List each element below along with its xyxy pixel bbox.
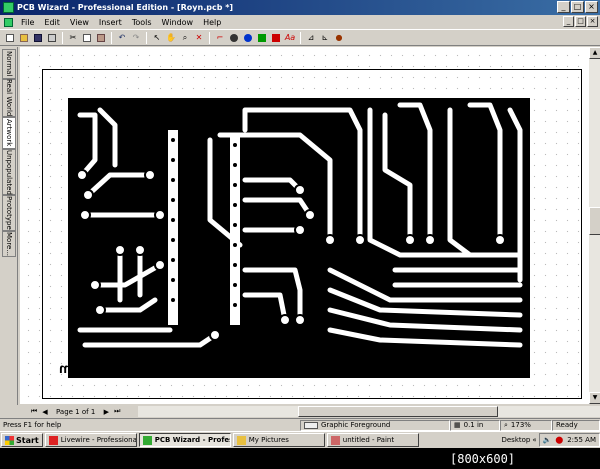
pad-icon[interactable] xyxy=(228,32,240,44)
clock[interactable]: 2:55 AM xyxy=(567,436,596,444)
toolbar: ✂ ↶ ↷ ↖ ✋ ⌕ ✕ ⌐ Aa ⊿ ⊾ ● xyxy=(0,29,600,46)
paint-icon xyxy=(330,435,340,445)
menu-file[interactable]: File xyxy=(16,18,39,27)
tab-normal[interactable]: Normal xyxy=(2,49,16,79)
upic-watermark: [800x600] http://upic.me/ xyxy=(450,452,516,466)
undo-icon[interactable]: ↶ xyxy=(116,32,128,44)
pointer-icon[interactable]: ↖ xyxy=(151,32,163,44)
menu-view[interactable]: View xyxy=(65,18,94,27)
prev-page-icon[interactable]: ◀ xyxy=(41,408,49,416)
hand-icon[interactable]: ✋ xyxy=(165,32,177,44)
pcb-artwork[interactable]: http://sinelectronic.blogspot.com xyxy=(20,47,588,404)
silkscreen-text: http://sinelectronic.blogspot.com xyxy=(59,360,280,376)
task-paint[interactable]: untitled - Paint xyxy=(326,433,419,447)
pcb-wizard-icon xyxy=(3,2,14,13)
save-icon[interactable] xyxy=(32,32,44,44)
status-grid: ▦ 0.1 in xyxy=(450,419,500,431)
menu-bar: File Edit View Insert Tools Window Help … xyxy=(0,15,600,29)
tab-real-world[interactable]: Real World xyxy=(2,79,16,117)
status-layer: Graphic Foreground xyxy=(300,419,450,431)
tab-more[interactable]: More... xyxy=(2,231,16,257)
task-livewire[interactable]: Livewire - Professional E... xyxy=(44,433,137,447)
view-tabs: Normal Real World Artwork Unpopulated Pr… xyxy=(0,47,18,405)
start-button[interactable]: Start xyxy=(1,433,43,447)
vertical-scroll-thumb[interactable] xyxy=(589,207,600,235)
menu-window[interactable]: Window xyxy=(157,18,199,27)
vertical-scrollbar[interactable]: ▲ ▼ xyxy=(588,47,600,404)
text-icon[interactable]: Aa xyxy=(284,32,296,44)
chevron-left-icon[interactable]: « xyxy=(532,436,536,444)
menu-help[interactable]: Help xyxy=(198,18,226,27)
fill-icon[interactable] xyxy=(270,32,282,44)
component-icon[interactable]: ● xyxy=(333,32,345,44)
cross-icon[interactable]: ✕ xyxy=(193,32,205,44)
via-icon[interactable] xyxy=(242,32,254,44)
track-icon[interactable]: ⌐ xyxy=(214,32,226,44)
menu-edit[interactable]: Edit xyxy=(39,18,65,27)
status-bar: Press F1 for help Graphic Foreground ▦ 0.… xyxy=(0,418,600,431)
dimension-icon[interactable]: ⊾ xyxy=(319,32,331,44)
zoom-icon: ⌕ xyxy=(504,420,508,429)
cut-icon[interactable]: ✂ xyxy=(67,32,79,44)
network-icon[interactable]: ⬤ xyxy=(555,436,563,444)
new-icon[interactable] xyxy=(4,32,16,44)
windows-flag-icon xyxy=(5,435,14,445)
title-bar[interactable]: PCB Wizard - Professional Edition - [Roy… xyxy=(0,0,600,15)
desktop-toolbar-label[interactable]: Desktop xyxy=(501,436,530,444)
rectangle-icon[interactable] xyxy=(256,32,268,44)
tab-unpopulated[interactable]: Unpopulated xyxy=(2,149,16,195)
tab-artwork[interactable]: Artwork xyxy=(2,117,16,149)
status-help: Press F1 for help xyxy=(3,421,62,429)
doc-close-button[interactable]: × xyxy=(587,16,598,27)
task-pcb-wizard[interactable]: PCB Wizard - Professi... xyxy=(138,433,231,447)
zoom-icon[interactable]: ⌕ xyxy=(179,32,191,44)
menu-tools[interactable]: Tools xyxy=(127,18,157,27)
taskbar: Start Livewire - Professional E... PCB W… xyxy=(0,431,600,448)
volume-icon[interactable]: 🔈 xyxy=(543,436,552,444)
canvas[interactable]: http://sinelectronic.blogspot.com xyxy=(20,47,588,404)
task-my-pictures[interactable]: My Pictures xyxy=(232,433,325,447)
print-icon[interactable] xyxy=(46,32,58,44)
folder-icon xyxy=(236,435,246,445)
maximize-button[interactable]: □ xyxy=(571,1,584,13)
paste-icon[interactable] xyxy=(95,32,107,44)
horizontal-scroll-thumb[interactable] xyxy=(298,406,499,417)
grid-icon: ▦ xyxy=(454,421,461,429)
scroll-up-icon[interactable]: ▲ xyxy=(589,47,600,59)
page-indicator: Page 1 of 1 xyxy=(56,407,96,416)
close-button[interactable]: × xyxy=(585,1,598,13)
doc-restore-button[interactable]: □ xyxy=(575,16,586,27)
status-zoom: ⌕ 173% xyxy=(500,419,552,431)
layer-icon xyxy=(304,421,318,429)
redo-icon[interactable]: ↷ xyxy=(130,32,142,44)
copy-icon[interactable] xyxy=(81,32,93,44)
livewire-icon xyxy=(48,435,58,445)
next-page-icon[interactable]: ▶ xyxy=(102,408,110,416)
scroll-down-icon[interactable]: ▼ xyxy=(589,392,600,404)
system-tray: 🔈 ⬤ 2:55 AM xyxy=(538,433,600,447)
pcb-wizard-icon xyxy=(142,435,152,445)
status-ready: Ready xyxy=(552,419,600,431)
page-navigation: ⏮ ◀ Page 1 of 1 ▶ ⏭ xyxy=(20,405,600,418)
open-icon[interactable] xyxy=(18,32,30,44)
menu-insert[interactable]: Insert xyxy=(94,18,127,27)
app-window: PCB Wizard - Professional Edition - [Roy… xyxy=(0,0,600,448)
tab-prototype[interactable]: Prototype xyxy=(2,195,16,231)
measure-icon[interactable]: ⊿ xyxy=(305,32,317,44)
document-icon[interactable] xyxy=(4,17,13,27)
last-page-icon[interactable]: ⏭ xyxy=(113,407,121,416)
doc-minimize-button[interactable]: _ xyxy=(563,16,574,27)
first-page-icon[interactable]: ⏮ xyxy=(30,407,38,416)
minimize-button[interactable]: _ xyxy=(557,1,570,13)
window-title: PCB Wizard - Professional Edition - [Roy… xyxy=(17,3,234,12)
horizontal-scrollbar[interactable] xyxy=(138,406,600,417)
